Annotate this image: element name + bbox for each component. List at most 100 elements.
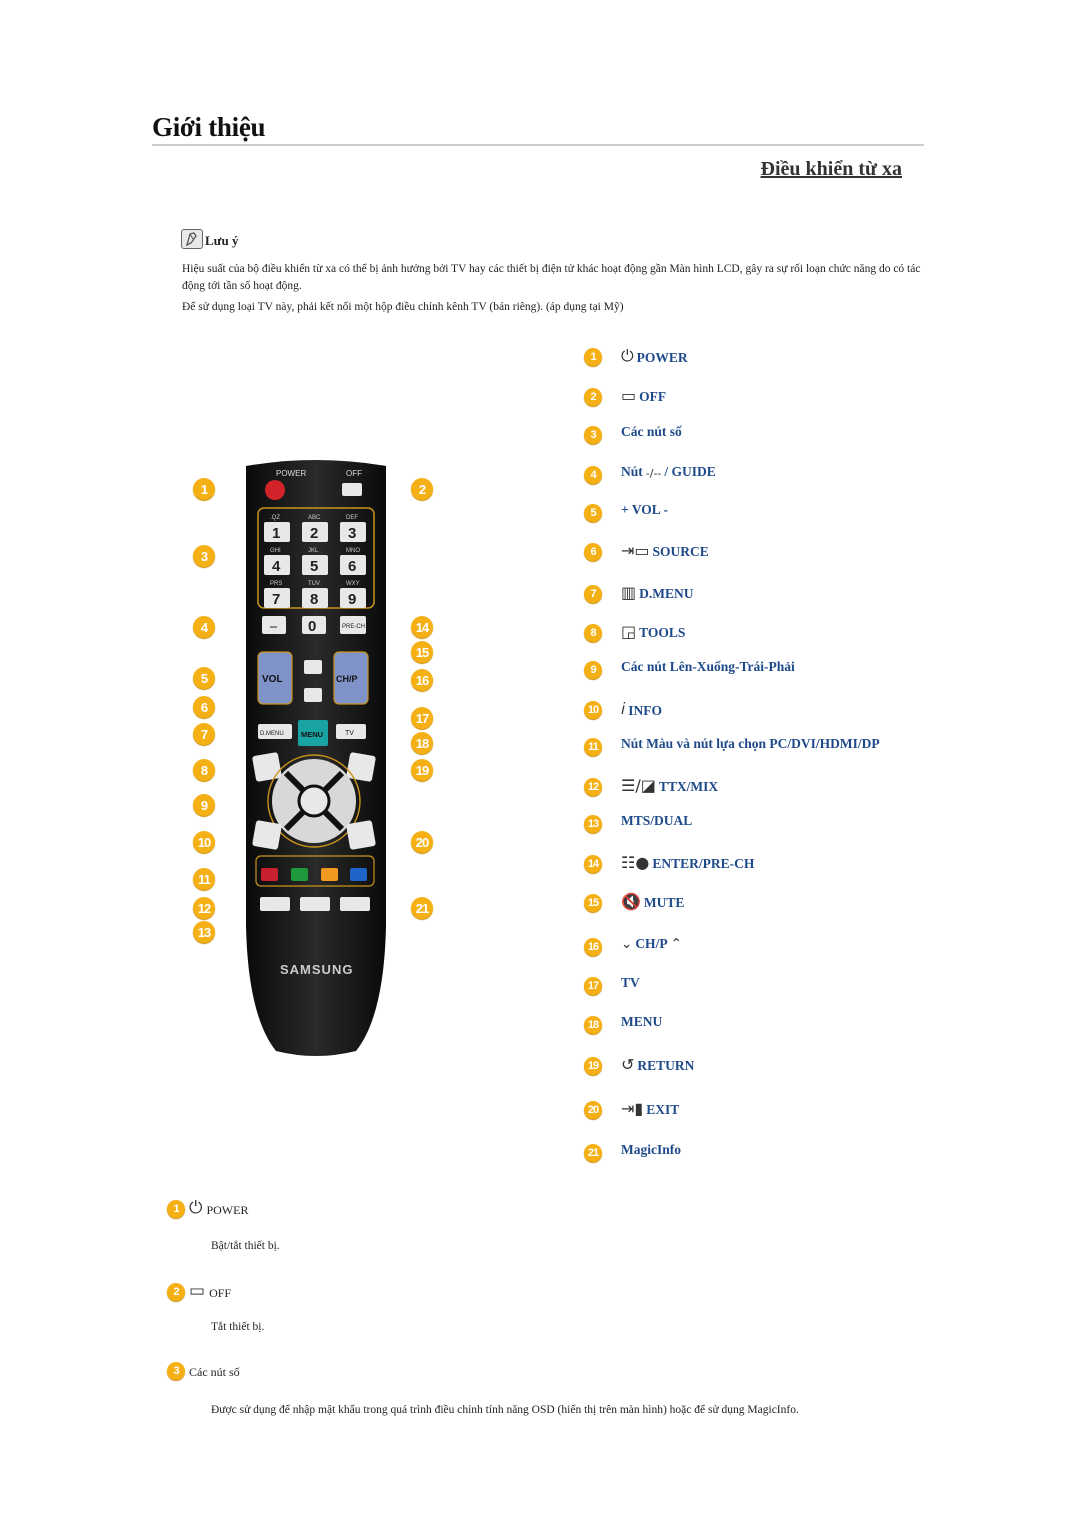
detail-heading: 2 ▭ OFF [167,1281,231,1301]
legend-number-badge: 6 [584,543,602,561]
legend-label-text: TTX/MIX [658,779,719,794]
enter-prech-icon: ☷● [621,853,650,872]
legend-label: Các nút Lên-Xuống-Trái-Phải [621,659,795,675]
legend-number-badge: 2 [584,388,602,406]
legend-label-text: D.MENU [639,586,694,601]
remote-dp-key [350,868,367,881]
legend-number-badge: 15 [584,894,602,912]
callout-number: 1 [193,478,215,500]
legend-number-badge: 20 [584,1101,602,1119]
remote-ttx-button [260,897,290,911]
legend-label: 🔇 MUTE [621,892,684,911]
legend-label: Nút -/-- / GUIDE [621,464,716,480]
remote-info-button [252,820,282,850]
svg-text:CH/P: CH/P [336,674,358,684]
callout-number: 16 [411,669,433,691]
legend-label-text: MTS/DUAL [621,813,693,828]
remote-key-letters: PRS [270,581,282,587]
legend-label: ▭ OFF [621,386,666,405]
legend-label: ⏻ POWER [621,346,688,366]
legend-number-badge: 21 [584,1144,602,1162]
detail-description: Tắt thiết bị. [211,1321,265,1333]
callout-number: 21 [411,897,433,919]
dmenu-icon: ▥ [621,583,637,602]
tools-icon: ◲ [621,622,637,641]
remote-off-button [342,483,362,496]
legend-label: ▥ D.MENU [621,583,694,602]
monitor-off-icon: ▭ [621,386,637,405]
detail-label: Các nút số [189,1365,240,1379]
remote-pc-key [261,868,278,881]
legend-label-text: SOURCE [652,544,709,559]
remote-key-letters: WXY [346,581,360,587]
legend-number-badge: 10 [584,701,602,719]
legend-label: + VOL - [621,502,668,518]
svg-text:PRE-CH: PRE-CH [342,624,365,630]
note-label: Lưu ý [205,233,239,248]
chevron-up-icon: ⌃ [670,936,682,952]
svg-text:–: – [269,619,278,634]
legend-label-text: ENTER/PRE-CH [652,856,755,871]
legend-label-text: RETURN [637,1058,695,1073]
legend-number-badge: 8 [584,624,602,642]
legend-label-text: CH/P [635,936,668,951]
remote-digit-label: 7 [272,591,280,608]
callout-number: 18 [411,732,433,754]
teletext-mix-icon: ☰/◪ [621,776,656,795]
legend-number-badge: 4 [584,466,602,484]
callout-number: 17 [411,707,433,729]
svg-text:VOL: VOL [262,674,283,685]
remote-digit-label: 2 [310,525,318,542]
remote-key-letters: .QZ [270,515,280,521]
callout-number: 2 [411,478,433,500]
legend-label: Các nút số [621,424,682,440]
title-divider [152,144,924,146]
remote-digit-label: 1 [272,525,280,542]
remote-key-letters: TUV [308,581,320,587]
detail-number-badge: 1 [167,1200,185,1218]
callout-number: 20 [411,831,433,853]
detail-number-badge: 3 [167,1362,185,1380]
legend-label-text: EXIT [646,1102,680,1117]
page-title: Giới thiệu [152,112,266,142]
section-title-link[interactable]: Điều khiển từ xa [761,158,902,181]
legend-label: Nút Màu và nút lựa chọn PC/DVI/HDMI/DP [621,736,880,752]
remote-mts-button [300,897,330,911]
remote-digit-label: 8 [310,591,318,608]
legend-label-text: / GUIDE [664,464,716,479]
legend-number-badge: 16 [584,938,602,956]
callout-number: 19 [411,759,433,781]
remote-return-button [346,752,376,782]
detail-heading: 1 ⏻ POWER [167,1198,248,1218]
detail-number-badge: 2 [167,1283,185,1301]
legend-label: MTS/DUAL [621,813,692,829]
source-input-icon: ⇥▭ [621,541,650,560]
monitor-off-icon: ▭ [189,1281,206,1301]
legend-number-badge: 18 [584,1016,602,1034]
legend-label: ⌄ CH/P ⌃ [621,936,682,952]
detail-heading: 3 Các nút số [167,1362,240,1380]
remote-key-letters: ABC [308,515,321,521]
remote-key-letters: MNO [346,548,360,554]
detail-label: POWER [206,1203,249,1217]
note-paragraph: Hiệu suất của bộ điều khiển từ xa có thể… [182,263,921,292]
note-paragraph: Để sử dụng loại TV này, phải kết nối một… [182,301,624,313]
legend-label-text: POWER [636,350,688,365]
detail-description: Bật/tắt thiết bị. [211,1240,280,1252]
legend-number-badge: 1 [584,348,602,366]
callout-number: 9 [193,794,215,816]
legend-label: ⇥▭ SOURCE [621,541,709,560]
dash-icon: -/-- [645,467,662,480]
note-pencil-icon [181,229,203,249]
legend-label: MENU [621,1014,662,1030]
remote-key-letters: DEF [346,515,358,521]
remote-magicinfo-button [340,897,370,911]
legend-number-badge: 3 [584,426,602,444]
legend-label: ☷● ENTER/PRE-CH [621,853,754,872]
exit-door-icon: ⇥▮ [621,1099,644,1118]
svg-text:TV: TV [345,730,354,737]
callout-number: 6 [193,696,215,718]
legend-label-text: TOOLS [639,625,686,640]
legend-number-badge: 7 [584,585,602,603]
legend-label-text: INFO [628,703,662,718]
